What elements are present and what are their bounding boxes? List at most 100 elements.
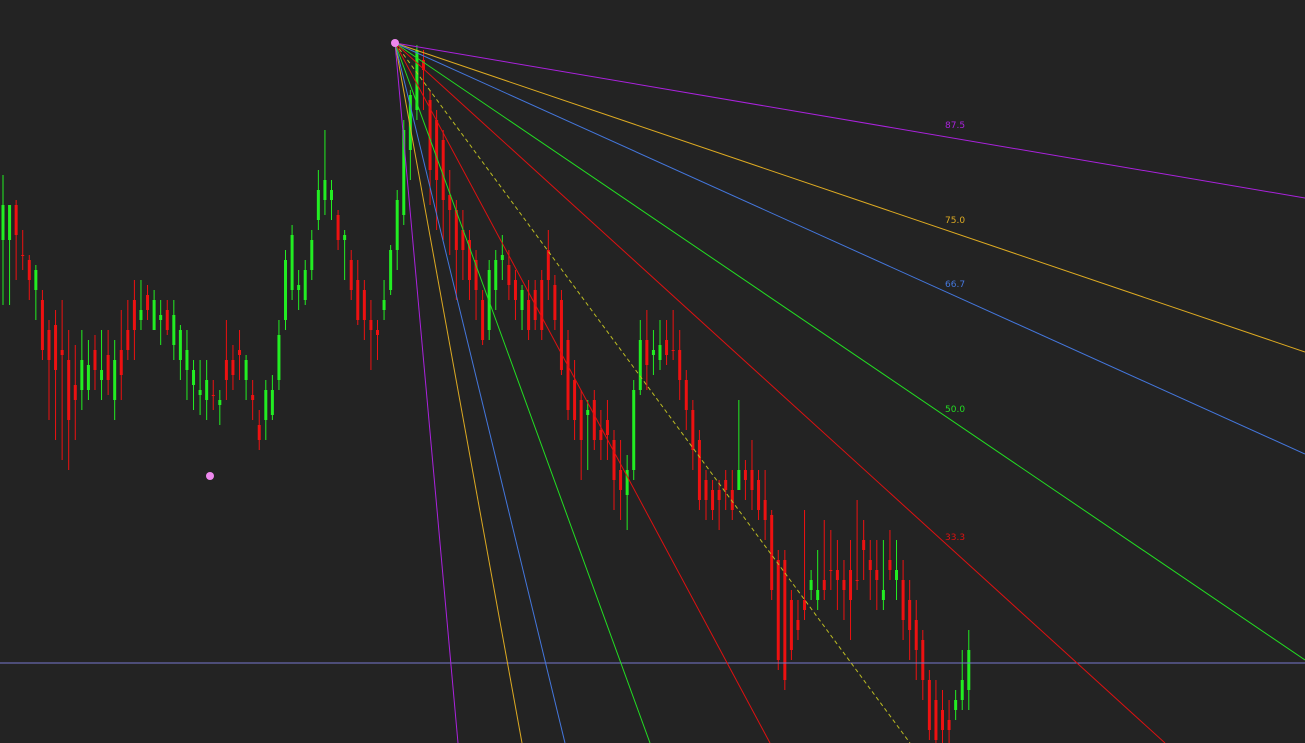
candle-body — [218, 400, 222, 405]
candle-body — [284, 260, 288, 320]
candle-body — [967, 650, 971, 690]
candle-body — [691, 410, 695, 450]
candle-body — [717, 490, 721, 500]
candle-body — [658, 345, 662, 360]
candle-body — [921, 640, 925, 680]
candle-body — [211, 395, 215, 396]
candle-body — [185, 350, 189, 370]
candle-body — [369, 320, 373, 330]
candle-body — [704, 480, 708, 500]
candle-body — [54, 325, 58, 370]
candle-body — [960, 680, 964, 700]
candle-body — [711, 490, 715, 510]
candle-body — [100, 370, 104, 380]
candle-body — [789, 600, 793, 650]
fan-level-label: 87.5 — [945, 121, 965, 131]
candle-body — [73, 385, 77, 400]
candle-body — [165, 310, 169, 330]
candle-body — [323, 180, 327, 200]
candle-body — [238, 350, 242, 355]
candle-body — [842, 580, 846, 590]
candle-body — [829, 570, 833, 571]
candle-body — [454, 210, 458, 250]
candle-body — [80, 360, 84, 390]
candle-body — [27, 260, 31, 280]
candle-body — [303, 270, 307, 300]
candle-body — [809, 580, 813, 590]
candle-body — [172, 315, 176, 345]
candle-body — [724, 480, 728, 490]
candle-body — [737, 470, 741, 490]
fan-level-label: 50.0 — [945, 405, 965, 415]
candle-body — [290, 235, 294, 290]
candle-body — [875, 570, 879, 580]
candle-body — [382, 300, 386, 310]
candle-body — [592, 400, 596, 440]
candle-body — [343, 235, 347, 240]
candle-body — [106, 355, 110, 380]
candle-body — [257, 425, 261, 440]
candle-body — [395, 200, 399, 250]
candle-body — [566, 340, 570, 410]
candle-body — [527, 300, 531, 330]
candle-body — [895, 570, 899, 580]
candle-body — [67, 360, 71, 420]
candle-body — [389, 250, 393, 290]
candle-body — [579, 400, 583, 440]
candle-body — [310, 240, 314, 270]
candle-body — [881, 590, 885, 600]
candle-body — [481, 300, 485, 340]
candle-body — [441, 140, 445, 200]
candle-body — [349, 260, 353, 290]
candle-body — [559, 300, 563, 370]
candle-body — [605, 420, 609, 435]
candle-body — [697, 440, 701, 500]
candle-body — [914, 620, 918, 650]
candle-body — [500, 255, 504, 260]
candle-body — [612, 440, 616, 480]
candle-body — [47, 330, 51, 360]
candle-body — [888, 560, 892, 570]
fan-anchor-handle[interactable] — [206, 472, 214, 480]
candle-body — [86, 365, 90, 390]
chart-background — [0, 0, 1305, 743]
candlestick-chart[interactable]: 87.5 75.0 66.7 50.0 33.3 — [0, 0, 1305, 743]
candle-body — [34, 270, 38, 290]
candle-body — [356, 280, 360, 320]
candle-body — [599, 430, 603, 440]
candle-body — [40, 300, 44, 350]
candle-body — [270, 390, 274, 415]
candle-body — [330, 190, 333, 200]
candle-body — [192, 370, 196, 385]
candle-body — [132, 300, 136, 330]
candle-body — [632, 390, 636, 470]
candle-body — [205, 380, 209, 400]
candle-body — [796, 620, 800, 630]
candle-body — [645, 340, 649, 365]
candle-body — [651, 350, 655, 355]
candle-body — [757, 480, 761, 510]
candle-body — [855, 580, 859, 581]
candle-body — [927, 680, 931, 730]
candle-body — [954, 700, 958, 710]
fan-level-label: 33.3 — [945, 533, 965, 543]
candle-body — [862, 540, 866, 550]
candle-body — [159, 315, 163, 320]
candle-body — [934, 700, 938, 740]
candle-body — [678, 350, 682, 380]
candle-body — [684, 380, 688, 410]
fan-origin-handle[interactable] — [391, 39, 399, 47]
candle-body — [8, 205, 12, 240]
candle-body — [822, 580, 826, 590]
candle-body — [231, 360, 235, 375]
candle-body — [638, 340, 642, 390]
candle-body — [198, 390, 202, 395]
candle-body — [868, 560, 872, 570]
candle-body — [513, 280, 517, 300]
candle-body — [750, 470, 754, 490]
candle-body — [671, 350, 675, 351]
candle-body — [60, 350, 64, 355]
candle-body — [336, 215, 340, 240]
candle-body — [316, 190, 320, 220]
candle-body — [816, 590, 820, 600]
